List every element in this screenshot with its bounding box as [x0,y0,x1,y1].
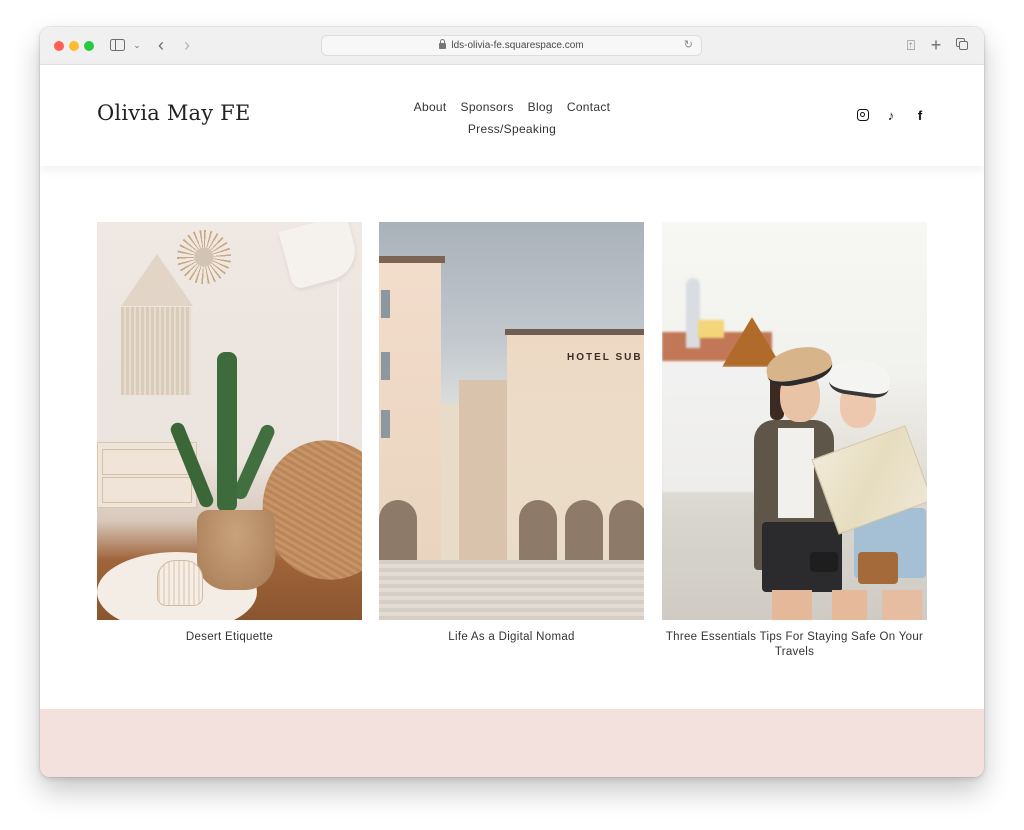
close-window-button[interactable] [54,41,64,51]
post-thumbnail[interactable]: HOTEL SUB [379,222,644,620]
hotel-sign: HOTEL SUB [567,352,643,363]
sidebar-icon[interactable] [110,39,125,51]
main-nav: About Sponsors Blog Contact Press/Speaki… [400,96,624,140]
lock-icon [439,38,447,51]
plus-icon[interactable]: + [929,35,943,55]
nav-about[interactable]: About [414,96,447,118]
post-thumbnail[interactable] [97,222,362,620]
tabs-overview-icon[interactable] [956,38,970,52]
site-header: Olivia May FE About Sponsors Blog Contac… [40,65,984,166]
site-footer [40,709,984,777]
blog-card[interactable]: HOTEL SUB Life As a Digital Nomad [379,222,644,645]
site-logo[interactable]: Olivia May FE [97,101,251,125]
reload-icon[interactable]: ↻ [684,38,693,51]
post-title[interactable]: Life As a Digital Nomad [379,630,644,645]
nav-press-speaking[interactable]: Press/Speaking [468,118,556,140]
browser-toolbar: ⌄ ‹ › lds-olivia-fe.squarespace.com ↻ ⍐ … [40,27,984,65]
url-text: lds-olivia-fe.squarespace.com [451,40,584,51]
blog-card[interactable]: Three Essentials Tips For Staying Safe O… [662,222,927,660]
nav-contact[interactable]: Contact [567,96,610,118]
address-bar[interactable]: lds-olivia-fe.squarespace.com ↻ [321,35,702,56]
blog-grid: Desert Etiquette HOTEL SUB Life As a Dig… [40,166,984,709]
post-title[interactable]: Desert Etiquette [97,630,362,645]
maximize-window-button[interactable] [84,41,94,51]
facebook-icon[interactable]: f [913,108,927,123]
share-icon[interactable]: ⍐ [904,36,918,54]
post-title[interactable]: Three Essentials Tips For Staying Safe O… [662,630,927,660]
nav-blog[interactable]: Blog [528,96,553,118]
browser-window: ⌄ ‹ › lds-olivia-fe.squarespace.com ↻ ⍐ … [40,27,984,777]
nav-sponsors[interactable]: Sponsors [461,96,514,118]
minimize-window-button[interactable] [69,41,79,51]
tiktok-icon[interactable]: ♪ [884,108,898,123]
post-thumbnail[interactable] [662,222,927,620]
instagram-icon[interactable] [856,108,870,122]
blog-card[interactable]: Desert Etiquette [97,222,362,645]
chevron-right-icon[interactable]: › [180,35,194,55]
chevron-down-icon[interactable]: ⌄ [132,37,142,53]
chevron-left-icon[interactable]: ‹ [154,35,168,55]
